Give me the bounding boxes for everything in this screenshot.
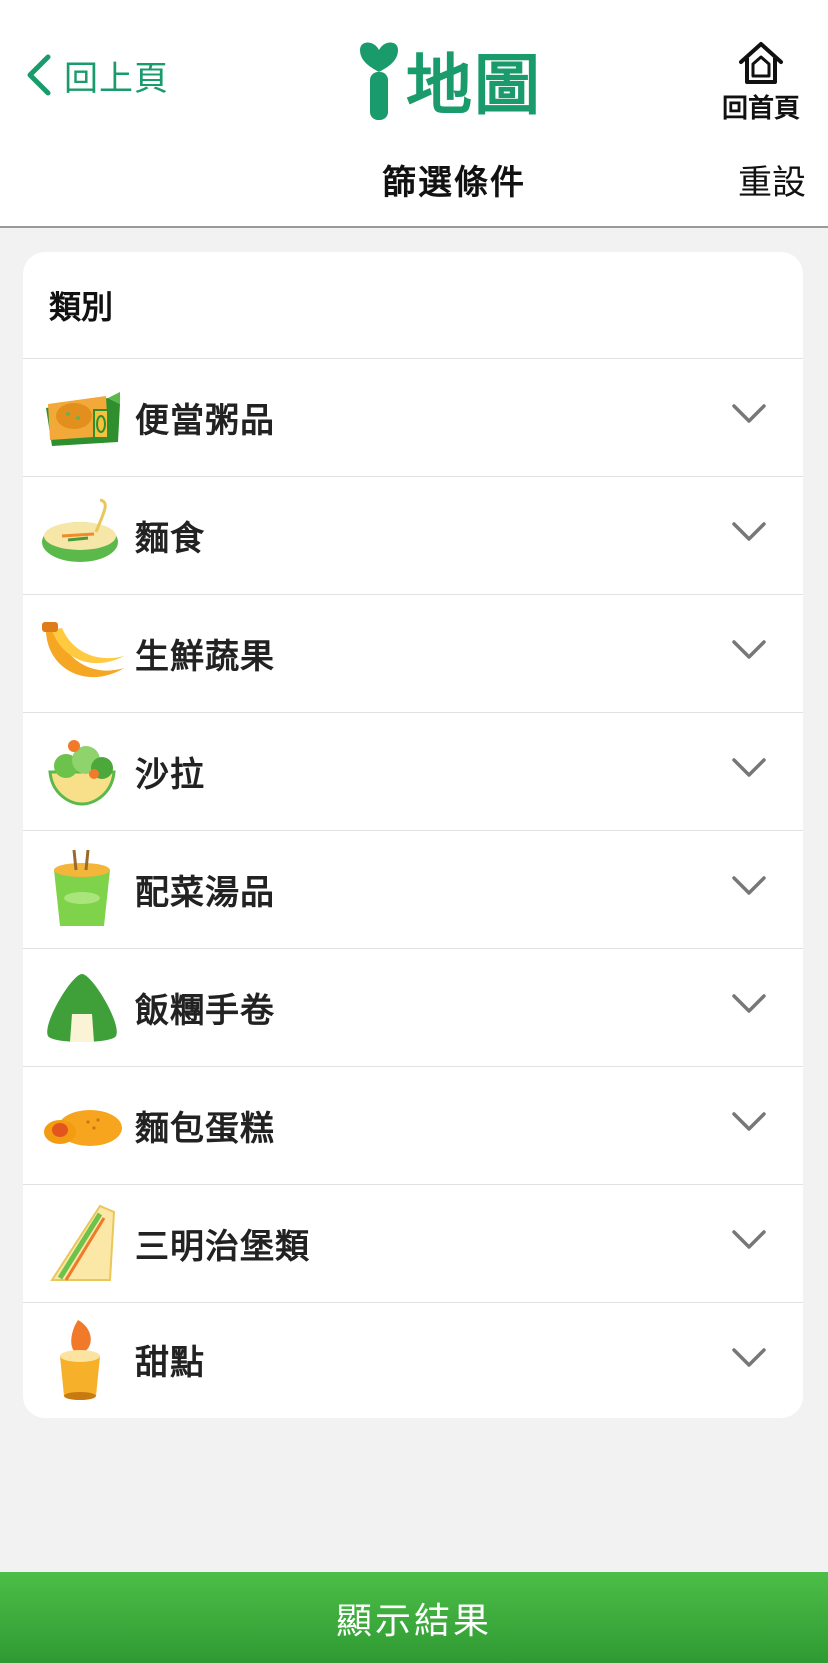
noodle-bowl-icon [37,491,127,581]
section-title: 類別 [23,252,803,359]
logo-text: 地圖 [406,47,542,124]
category-label: 便當粥品 [135,401,275,441]
category-label: 麵包蛋糕 [135,1109,275,1149]
bento-icon [37,373,127,463]
app-logo: 地圖 [356,38,542,124]
category-label: 飯糰手卷 [135,991,275,1031]
rice-ball-icon [37,963,127,1053]
chevron-down-icon [732,876,766,895]
show-results-button[interactable]: 顯示結果 [0,1572,828,1663]
category-label: 生鮮蔬果 [135,637,275,677]
soup-cup-icon [37,845,127,935]
reset-button[interactable]: 重設 [738,155,806,204]
home-button[interactable]: 回首頁 [716,40,806,125]
pudding-icon [37,1315,127,1405]
category-label: 沙拉 [135,755,205,795]
category-row-sandwich[interactable]: 三明治堡類 [23,1185,803,1303]
chevron-down-icon [732,1112,766,1131]
chevron-down-icon [732,1230,766,1249]
sandwich-icon [37,1199,127,1289]
banana-icon [37,609,127,699]
category-row-rice-ball[interactable]: 飯糰手卷 [23,949,803,1067]
chevron-down-icon [732,404,766,423]
category-row-bento[interactable]: 便當粥品 [23,359,803,477]
chevron-left-icon [27,54,51,96]
chevron-down-icon [732,1348,766,1367]
salad-icon [37,727,127,817]
category-label: 配菜湯品 [135,873,275,913]
category-label: 三明治堡類 [135,1227,310,1267]
category-row-noodles[interactable]: 麵食 [23,477,803,595]
category-row-produce[interactable]: 生鮮蔬果 [23,595,803,713]
category-row-dessert[interactable]: 甜點 [23,1303,803,1416]
back-button[interactable]: 回上頁 [24,50,169,100]
back-label: 回上頁 [64,58,169,99]
chevron-down-icon [732,994,766,1013]
category-label: 甜點 [135,1343,205,1383]
category-row-salad[interactable]: 沙拉 [23,713,803,831]
category-row-sides-soup[interactable]: 配菜湯品 [23,831,803,949]
chevron-down-icon [732,522,766,541]
home-label: 回首頁 [721,94,800,124]
home-icon [739,42,783,84]
category-row-bread-cake[interactable]: 麵包蛋糕 [23,1067,803,1185]
category-filter-card: 類別 便當粥品 麵食 生鮮蔬果 沙拉 配菜湯品 飯糰手卷 麵包蛋糕 三明治堡類 … [23,252,803,1418]
chevron-down-icon [732,758,766,777]
app-header: 回上頁 地圖 回首頁 篩選條件 重設 [0,0,828,228]
logo-mark-icon [360,42,398,120]
category-label: 麵食 [135,519,205,559]
chevron-down-icon [732,640,766,659]
bread-icon [37,1081,127,1171]
page-title: 篩選條件 [382,163,526,203]
